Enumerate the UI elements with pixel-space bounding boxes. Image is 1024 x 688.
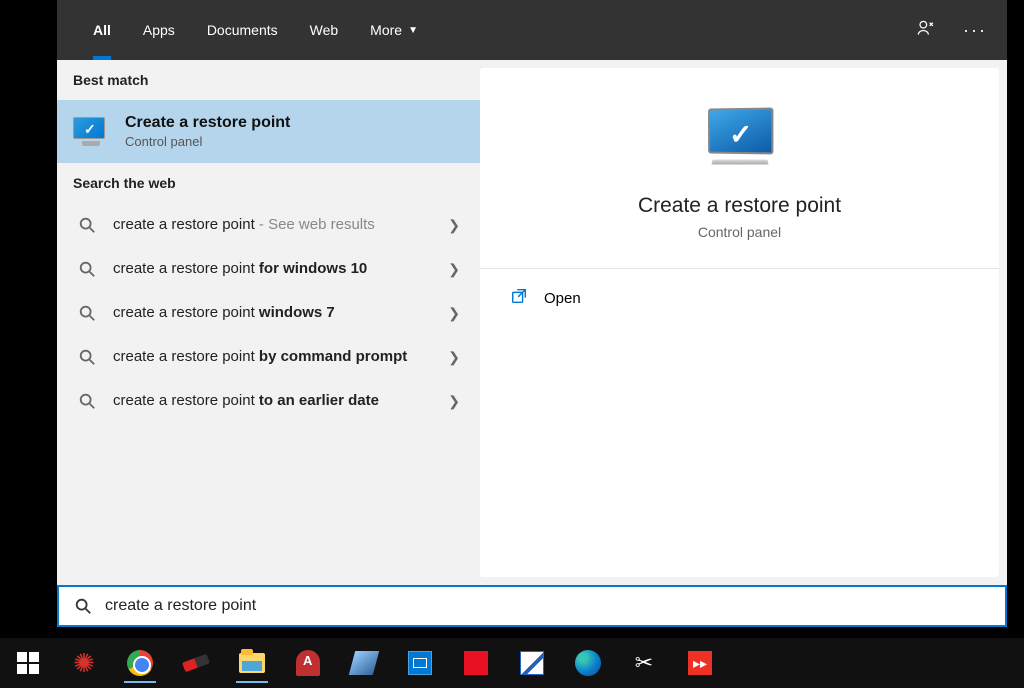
tab-web[interactable]: Web [294, 0, 355, 60]
web-result[interactable]: create a restore point by command prompt… [57, 335, 480, 379]
monitor-check-icon: ✓ [73, 117, 109, 147]
web-result-bold: windows 7 [259, 304, 335, 321]
section-search-web: Search the web [57, 163, 480, 203]
stickynote-icon [349, 651, 379, 675]
taskbar-usb[interactable] [174, 643, 218, 683]
usb-icon [182, 654, 210, 672]
best-match-title: Create a restore point [125, 114, 290, 132]
chevron-right-icon[interactable]: ❯ [448, 305, 460, 322]
web-result-prefix: create a restore point [113, 260, 259, 277]
huawei-icon: ✺ [73, 648, 95, 679]
taskbar-huawei[interactable]: ✺ [62, 643, 106, 683]
scissors-icon: ✂ [635, 650, 653, 676]
taskbar-pdf[interactable] [286, 643, 330, 683]
detail-title: Create a restore point [510, 194, 969, 218]
section-best-match: Best match [57, 60, 480, 100]
chevron-right-icon[interactable]: ❯ [448, 261, 460, 278]
chevron-right-icon[interactable]: ❯ [448, 349, 460, 366]
web-result-prefix: create a restore point [113, 216, 255, 233]
anydesk-icon: ▸▸ [688, 651, 712, 675]
taskbar-redsquare[interactable] [454, 643, 498, 683]
web-result-text: create a restore point to an earlier dat… [113, 391, 432, 411]
search-input[interactable] [105, 597, 991, 615]
web-result-suffix: - See web results [255, 216, 375, 233]
web-result-text: create a restore point - See web results [113, 215, 432, 235]
web-result-text: create a restore point for windows 10 [113, 259, 432, 279]
web-result[interactable]: create a restore point for windows 10 ❯ [57, 247, 480, 291]
taskbar-bluesquare[interactable] [398, 643, 442, 683]
taskbar-diagsquare[interactable] [510, 643, 554, 683]
web-result[interactable]: create a restore point - See web results… [57, 203, 480, 247]
tab-more[interactable]: More ▼ [354, 0, 434, 60]
ellipsis-icon[interactable]: ··· [963, 20, 987, 41]
web-result[interactable]: create a restore point to an earlier dat… [57, 379, 480, 423]
search-icon [77, 259, 97, 279]
taskbar-sticky[interactable] [342, 643, 386, 683]
web-result-prefix: create a restore point [113, 392, 259, 409]
web-result-text: create a restore point windows 7 [113, 303, 432, 323]
search-icon [77, 391, 97, 411]
search-icon [77, 215, 97, 235]
edge-icon [575, 650, 601, 676]
folder-icon [239, 653, 265, 673]
search-box[interactable] [57, 585, 1007, 627]
taskbar-anydesk[interactable]: ▸▸ [678, 643, 722, 683]
windows-search-panel: All Apps Documents Web More ▼ ··· Best m… [57, 0, 1007, 627]
feedback-icon[interactable] [915, 18, 935, 43]
chrome-icon [127, 650, 153, 676]
web-result-prefix: create a restore point [113, 304, 259, 321]
taskbar-file-explorer[interactable] [230, 643, 274, 683]
bluesquare-icon [408, 651, 432, 675]
taskbar: ✺ ✂ ▸▸ [0, 638, 1024, 688]
detail-column: ✓ Create a restore point Control panel O… [480, 68, 999, 577]
best-match-subtitle: Control panel [125, 134, 290, 149]
search-tabs-header: All Apps Documents Web More ▼ ··· [57, 0, 1007, 60]
start-button[interactable] [6, 643, 50, 683]
search-icon [77, 303, 97, 323]
redsquare-icon [464, 651, 488, 675]
web-result-bold: for windows 10 [259, 260, 367, 277]
taskbar-snip[interactable]: ✂ [622, 643, 666, 683]
diagsquare-icon [520, 651, 544, 675]
open-label: Open [544, 290, 581, 307]
chevron-right-icon[interactable]: ❯ [448, 393, 460, 410]
taskbar-edge[interactable] [566, 643, 610, 683]
web-result-prefix: create a restore point [113, 348, 259, 365]
detail-subtitle: Control panel [510, 224, 969, 240]
tab-more-label: More [370, 22, 402, 38]
windows-logo-icon [17, 652, 39, 674]
web-result-bold: by command prompt [259, 348, 407, 365]
results-column: Best match ✓ Create a restore point Cont… [57, 60, 480, 585]
search-icon [73, 596, 93, 616]
web-result[interactable]: create a restore point windows 7 ❯ [57, 291, 480, 335]
open-action[interactable]: Open [480, 273, 999, 323]
web-result-bold: to an earlier date [259, 392, 379, 409]
tab-apps[interactable]: Apps [127, 0, 191, 60]
web-result-text: create a restore point by command prompt [113, 347, 432, 367]
monitor-check-icon-large: ✓ [700, 108, 780, 167]
chevron-right-icon[interactable]: ❯ [448, 217, 460, 234]
search-icon [77, 347, 97, 367]
open-icon [510, 287, 528, 309]
best-match-result[interactable]: ✓ Create a restore point Control panel [57, 100, 480, 163]
pdf-icon [296, 650, 320, 676]
tab-documents[interactable]: Documents [191, 0, 294, 60]
chevron-down-icon: ▼ [408, 25, 418, 36]
tab-all[interactable]: All [77, 0, 127, 60]
taskbar-chrome[interactable] [118, 643, 162, 683]
